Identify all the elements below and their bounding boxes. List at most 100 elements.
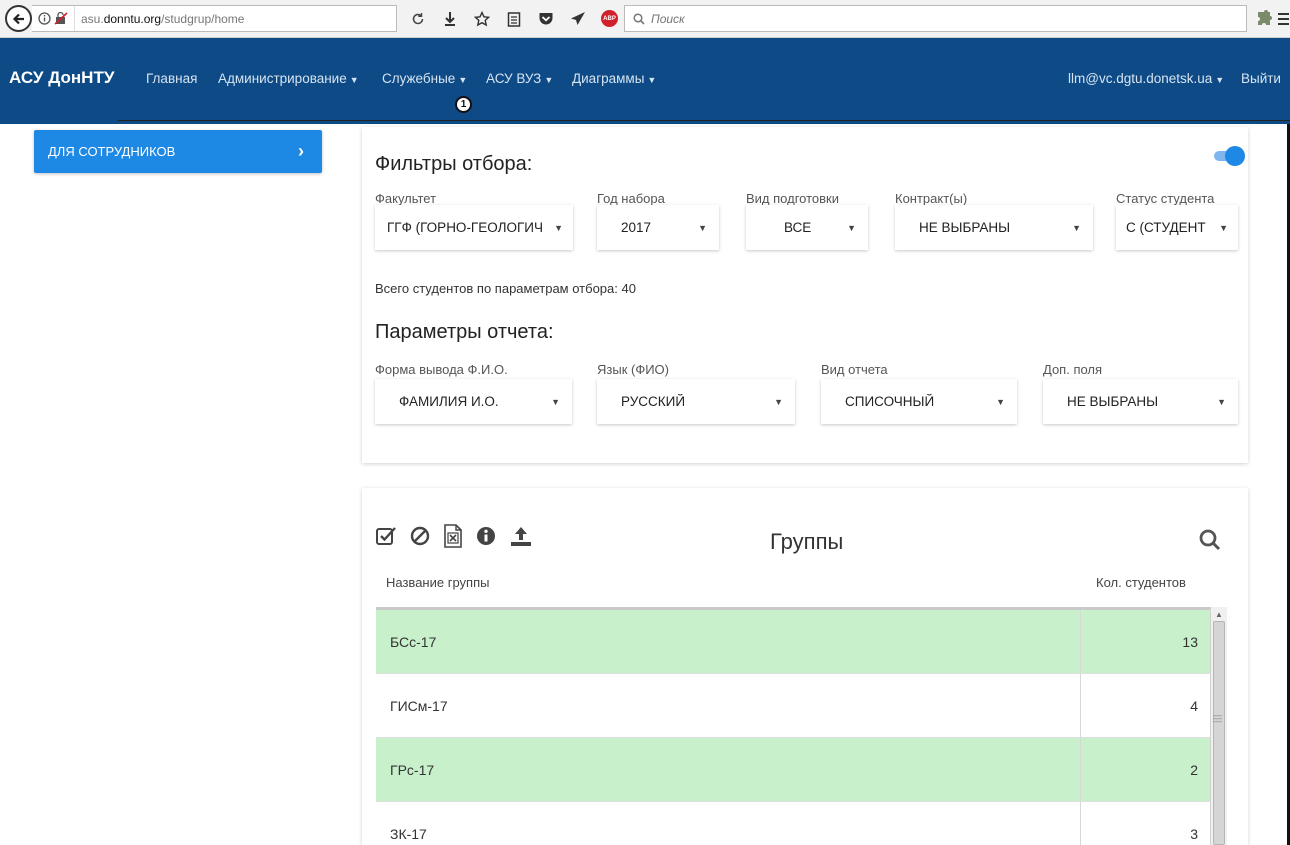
upload-icon[interactable] (509, 525, 533, 547)
nav-service[interactable]: Служебные ▼ (382, 71, 467, 86)
faculty-select[interactable]: ГГФ (ГОРНО-ГЕОЛОГИЧ ▼ (375, 205, 573, 250)
nav-asu-vuz[interactable]: АСУ ВУЗ ▼ (486, 71, 553, 86)
year-label: Год набора (597, 191, 665, 206)
scroll-up-icon[interactable]: ▲ (1215, 610, 1223, 619)
group-name: БСс-17 (390, 633, 437, 650)
student-status-value: С (СТУДЕНТ (1126, 220, 1206, 235)
nav-service-label: Служебные (382, 71, 456, 86)
training-type-value: ВСЕ (784, 220, 812, 235)
download-icon[interactable] (441, 10, 459, 28)
staff-section-label: ДЛЯ СОТРУДНИКОВ (48, 144, 176, 159)
toggle-knob (1225, 146, 1245, 166)
nav-logout[interactable]: Выйти (1241, 71, 1281, 86)
browser-actions: ABP (397, 5, 618, 32)
nav-user-label: llm@vc.dgtu.donetsk.ua (1068, 71, 1213, 86)
groups-toolbar (375, 524, 533, 548)
report-type-value: СПИСОЧНЫЙ (845, 394, 935, 409)
group-count: 3 (1080, 802, 1210, 845)
groups-title: Группы (770, 529, 844, 554)
report-type-label: Вид отчета (821, 362, 888, 377)
nav-asu-vuz-label: АСУ ВУЗ (486, 71, 542, 86)
fio-form-select[interactable]: ФАМИЛИЯ И.О. ▼ (375, 379, 572, 424)
extension-puzzle-icon[interactable] (1254, 9, 1274, 29)
year-select[interactable]: 2017 ▼ (597, 205, 719, 250)
faculty-label: Факультет (375, 191, 437, 206)
url-text: asu.donntu.org/studgrup/home (81, 11, 245, 26)
column-student-count[interactable]: Кол. студентов (1096, 575, 1186, 590)
nav-administration-label: Администрирование (218, 71, 347, 86)
nav-home-label: Главная (146, 71, 198, 86)
annotation-badge: 1 (455, 96, 472, 113)
pocket-icon[interactable] (537, 10, 555, 28)
nav-user-menu[interactable]: llm@vc.dgtu.donetsk.ua ▼ (1068, 71, 1224, 86)
groups-table: БСс-17 13 ГИСм-17 4 ГРс-17 2 ЗК-17 3 (376, 607, 1210, 845)
hamburger-menu-icon[interactable] (1277, 11, 1290, 27)
send-icon[interactable] (569, 10, 587, 28)
info-icon[interactable] (475, 525, 497, 547)
extra-fields-label: Доп. поля (1043, 362, 1103, 377)
student-status-select[interactable]: С (СТУДЕНТ ▼ (1116, 205, 1238, 250)
contracts-select[interactable]: НЕ ВЫБРАНЫ ▼ (895, 205, 1093, 250)
excel-file-icon[interactable] (443, 524, 463, 548)
scrollbar-thumb[interactable] (1213, 621, 1225, 845)
table-row[interactable]: БСс-17 13 (376, 610, 1210, 674)
group-name: ГИСм-17 (390, 697, 448, 714)
filters-toggle[interactable] (1214, 146, 1245, 166)
reload-icon[interactable] (409, 10, 427, 28)
column-group-name[interactable]: Название группы (386, 575, 489, 590)
caret-down-icon: ▼ (554, 222, 563, 233)
fio-language-select[interactable]: РУССКИЙ ▼ (597, 379, 795, 424)
nav-diagrams[interactable]: Диаграммы ▼ (572, 71, 656, 86)
report-title: Параметры отчета: (375, 321, 554, 343)
adblock-icon[interactable]: ABP (601, 10, 618, 27)
search-icon[interactable] (1198, 528, 1222, 552)
caret-down-icon: ▼ (349, 75, 359, 85)
training-type-label: Вид подготовки (746, 191, 839, 206)
group-name: ЗК-17 (390, 825, 427, 842)
caret-down-icon: ▼ (647, 75, 657, 85)
fio-form-label: Форма вывода Ф.И.О. (375, 362, 508, 377)
caret-down-icon: ▼ (1217, 396, 1226, 407)
annotation-line (118, 120, 1290, 121)
training-type-select[interactable]: ВСЕ ▼ (746, 205, 868, 250)
table-scrollbar[interactable]: ▲ — — — (1210, 607, 1227, 845)
table-row[interactable]: ГРс-17 2 (376, 738, 1210, 802)
reader-view-icon[interactable] (505, 10, 523, 28)
caret-down-icon: ▼ (698, 222, 707, 233)
chevron-right-icon: › (298, 141, 304, 161)
ban-icon[interactable] (409, 525, 431, 547)
check-square-icon[interactable] (375, 525, 397, 547)
nav-diagrams-label: Диаграммы (572, 71, 645, 86)
faculty-value: ГГФ (ГОРНО-ГЕОЛОГИЧ (387, 220, 543, 235)
nav-home[interactable]: Главная (146, 71, 197, 86)
table-row[interactable]: ГИСм-17 4 (376, 674, 1210, 738)
staff-section-button[interactable]: ДЛЯ СОТРУДНИКОВ › (34, 130, 322, 173)
group-count: 2 (1080, 738, 1210, 801)
app-brand[interactable]: АСУ ДонНТУ (9, 68, 114, 88)
caret-down-icon: ▼ (1215, 75, 1225, 85)
extra-fields-select[interactable]: НЕ ВЫБРАНЫ ▼ (1043, 379, 1238, 424)
scrollbar-grip-icon: — — — (1213, 710, 1222, 726)
filters-title: Фильтры отбора: (375, 153, 533, 175)
contracts-value: НЕ ВЫБРАНЫ (919, 220, 1011, 235)
caret-down-icon: ▼ (544, 75, 554, 85)
app-navbar: АСУ ДонНТУ Главная Администрирование ▼ Сл… (0, 38, 1290, 124)
browser-search-input[interactable] (651, 11, 1211, 26)
fio-form-value: ФАМИЛИЯ И.О. (399, 394, 499, 409)
student-status-label: Статус студента (1116, 191, 1215, 206)
broken-lock-icon (54, 12, 68, 25)
table-row[interactable]: ЗК-17 3 (376, 802, 1210, 845)
bookmark-star-icon[interactable] (473, 10, 491, 28)
site-identity[interactable] (32, 6, 75, 31)
address-bar[interactable]: asu.donntu.org/studgrup/home (32, 5, 397, 32)
nav-administration[interactable]: Администрирование ▼ (218, 71, 359, 86)
browser-search-box[interactable] (624, 5, 1247, 32)
report-type-select[interactable]: СПИСОЧНЫЙ ▼ (821, 379, 1017, 424)
fio-language-value: РУССКИЙ (621, 394, 686, 409)
back-button[interactable] (5, 5, 32, 32)
extra-fields-value: НЕ ВЫБРАНЫ (1067, 394, 1159, 409)
contracts-label: Контракт(ы) (895, 191, 968, 206)
caret-down-icon: ▼ (551, 396, 560, 407)
group-count: 13 (1080, 610, 1210, 673)
browser-toolbar: asu.donntu.org/studgrup/home ABP (0, 0, 1290, 38)
